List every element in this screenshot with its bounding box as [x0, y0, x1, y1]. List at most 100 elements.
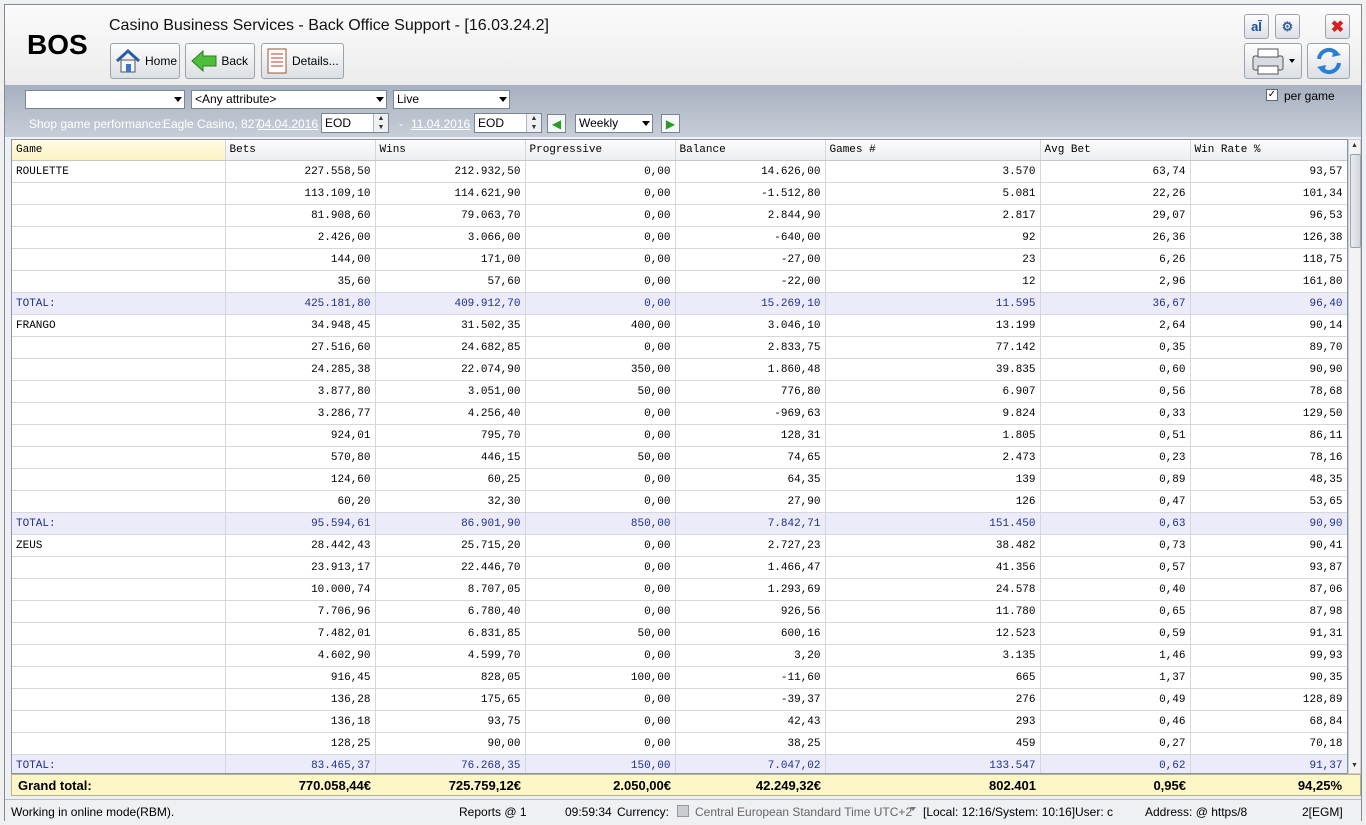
table-row[interactable]: 7.482,01 6.831,85 50,00 600,16 12.523 0,59 91,… [12, 622, 1347, 645]
cell-wins: 114.621,90 [375, 182, 526, 205]
date-to-link[interactable]: 11.04.2016 [411, 117, 470, 131]
cell-balance: -969,63 [675, 402, 826, 425]
table-row[interactable]: FRANGO 34.948,45 31.502,35 400,00 3.046,10 13… [12, 314, 1347, 337]
next-period-button[interactable]: ▶ [661, 114, 680, 133]
column-header-games[interactable]: Games # [825, 140, 1041, 161]
scroll-thumb[interactable] [1350, 154, 1361, 248]
table-row[interactable]: 124,60 60,25 0,00 64,35 139 0,89 48,35 [12, 468, 1347, 491]
table-row[interactable]: 81.908,60 79.063,70 0,00 2.844,90 2.817 29,07… [12, 204, 1347, 227]
to-type-spinner[interactable]: EOD ▲ ▼ [474, 113, 542, 133]
back-button[interactable]: Back [185, 43, 255, 79]
cell-game [12, 226, 226, 249]
column-header-win-rate[interactable]: Win Rate % [1190, 140, 1347, 161]
column-header-balance[interactable]: Balance [675, 140, 826, 161]
cell-balance: 15.269,10 [675, 292, 826, 315]
timezone-dropdown-icon[interactable] [910, 807, 916, 811]
window-title: Casino Business Services - Back Office S… [109, 17, 549, 34]
cell-game: TOTAL: [12, 292, 226, 315]
cell-game [12, 622, 226, 645]
table-row[interactable]: ZEUS 28.442,43 25.715,20 0,00 2.727,23 38.482… [12, 534, 1347, 557]
home-button[interactable]: Home [110, 43, 180, 79]
table-row[interactable]: ROULETTE 227.558,50 212.932,50 0,00 14.626,0… [12, 160, 1347, 183]
table-row[interactable]: 144,00 171,00 0,00 -27,00 23 6,26 118,75 [12, 248, 1347, 271]
cell-win-rate: 90,14 [1190, 314, 1347, 337]
table-row[interactable]: 60,20 32,30 0,00 27,90 126 0,47 53,65 [12, 490, 1347, 513]
settings-gear-icon[interactable]: ⚙ [1275, 14, 1300, 39]
cell-balance: 926,56 [675, 600, 826, 623]
grand-total-games: 802.401 [989, 778, 1036, 793]
spinner-arrows-icon[interactable]: ▲ ▼ [373, 114, 388, 132]
combo-1[interactable] [25, 90, 185, 109]
cell-game [12, 468, 226, 491]
column-header-wins[interactable]: Wins [375, 140, 526, 161]
total-row[interactable]: TOTAL: 83.465,37 76.268,35 150,00 7.047,02 13… [12, 754, 1347, 773]
cell-bets: 570,80 [225, 446, 376, 469]
cell-win-rate: 90,90 [1190, 512, 1347, 535]
cell-progressive: 0,00 [525, 688, 676, 711]
cell-games: 39.835 [825, 358, 1041, 381]
check-icon: ✓ [1267, 89, 1277, 100]
grand-total-progressive: 2.050,00€ [613, 778, 671, 793]
cell-balance: 1.293,69 [675, 578, 826, 601]
period-select[interactable]: Weekly [575, 114, 653, 133]
from-type-spinner[interactable]: EOD ▲ ▼ [321, 113, 389, 133]
close-icon[interactable]: ✖ [1325, 14, 1350, 39]
table-row[interactable]: 35,60 57,60 0,00 -22,00 12 2,96 161,80 [12, 270, 1347, 293]
table-row[interactable]: 2.426,00 3.066,00 0,00 -640,00 92 26,36 126,38 [12, 226, 1347, 249]
cell-avg-bet: 0,59 [1040, 622, 1191, 645]
cell-bets: 144,00 [225, 248, 376, 271]
cell-game [12, 336, 226, 359]
table-row[interactable]: 24.285,38 22.074,90 350,00 1.860,48 39.835 0,… [12, 358, 1347, 381]
cell-win-rate: 90,90 [1190, 358, 1347, 381]
mode-select[interactable]: Live [393, 90, 510, 109]
column-header-game[interactable]: Game [12, 140, 226, 161]
cell-avg-bet: 0,40 [1040, 578, 1191, 601]
cell-games: 38.482 [825, 534, 1041, 557]
status-timezone[interactable]: Central European Standard Time UTC+2 [695, 805, 912, 819]
table-row[interactable]: 128,25 90,00 0,00 38,25 459 0,27 70,18 [12, 732, 1347, 755]
print-button[interactable] [1244, 43, 1302, 79]
cell-avg-bet: 0,46 [1040, 710, 1191, 733]
total-row[interactable]: TOTAL: 95.594,61 86.901,90 850,00 7.842,71 15… [12, 512, 1347, 535]
table-row[interactable]: 570,80 446,15 50,00 74,65 2.473 0,23 78,16 [12, 446, 1347, 469]
scroll-down-icon[interactable]: ▼ [1351, 762, 1358, 769]
table-row[interactable]: 136,18 93,75 0,00 42,43 293 0,46 68,84 [12, 710, 1347, 733]
details-button[interactable]: Details... [261, 43, 344, 79]
table-row[interactable]: 7.706,96 6.780,40 0,00 926,56 11.780 0,65 87,9… [12, 600, 1347, 623]
table-row[interactable]: 3.877,80 3.051,00 50,00 776,80 6.907 0,56 78,6… [12, 380, 1347, 403]
font-size-icon[interactable]: aĪ [1244, 14, 1269, 39]
table-row[interactable]: 4.602,90 4.599,70 0,00 3,20 3.135 1,46 99,93 [12, 644, 1347, 667]
cell-game [12, 710, 226, 733]
table-row[interactable]: 23.913,17 22.446,70 0,00 1.466,47 41.356 0,57… [12, 556, 1347, 579]
table-row[interactable]: 924,01 795,70 0,00 128,31 1.805 0,51 86,11 [12, 424, 1347, 447]
grand-total-bets: 770.058,44€ [298, 778, 371, 793]
cell-wins: 90,00 [375, 732, 526, 755]
cell-wins: 446,15 [375, 446, 526, 469]
table-row[interactable]: 10.000,74 8.707,05 0,00 1.293,69 24.578 0,40 8… [12, 578, 1347, 601]
cell-wins: 171,00 [375, 248, 526, 271]
cell-win-rate: 48,35 [1190, 468, 1347, 491]
date-from-link[interactable]: 04.04.2016 [258, 117, 318, 131]
vertical-scrollbar[interactable]: ▲ ▼ [1348, 139, 1361, 774]
column-header-avg-bet[interactable]: Avg Bet [1040, 140, 1191, 161]
table-row[interactable]: 916,45 828,05 100,00 -11,60 665 1,37 90,35 [12, 666, 1347, 689]
cell-balance: 2.844,90 [675, 204, 826, 227]
cell-wins: 86.901,90 [375, 512, 526, 535]
refresh-button[interactable] [1307, 43, 1350, 79]
column-header-bets[interactable]: Bets [225, 140, 376, 161]
previous-period-button[interactable]: ◀ [547, 114, 566, 133]
table-row[interactable]: 3.286,77 4.256,40 0,00 -969,63 9.824 0,33 129,… [12, 402, 1347, 425]
table-row[interactable]: 136,28 175,65 0,00 -39,37 276 0,49 128,89 [12, 688, 1347, 711]
spinner-arrows-icon[interactable]: ▲ ▼ [526, 114, 541, 132]
cell-avg-bet: 0,65 [1040, 600, 1191, 623]
cell-wins: 24.682,85 [375, 336, 526, 359]
cell-balance: 600,16 [675, 622, 826, 645]
scroll-up-icon[interactable]: ▲ [1351, 142, 1358, 149]
cell-bets: 227.558,50 [225, 160, 376, 183]
table-row[interactable]: 113.109,10 114.621,90 0,00 -1.512,80 5.081 22… [12, 182, 1347, 205]
per-game-checkbox[interactable]: ✓ [1266, 89, 1278, 101]
attribute-select[interactable]: <Any attribute> [191, 90, 387, 109]
table-row[interactable]: 27.516,60 24.682,85 0,00 2.833,75 77.142 0,35… [12, 336, 1347, 359]
total-row[interactable]: TOTAL: 425.181,80 409.912,70 0,00 15.269,10 1… [12, 292, 1347, 315]
column-header-progressive[interactable]: Progressive [525, 140, 676, 161]
